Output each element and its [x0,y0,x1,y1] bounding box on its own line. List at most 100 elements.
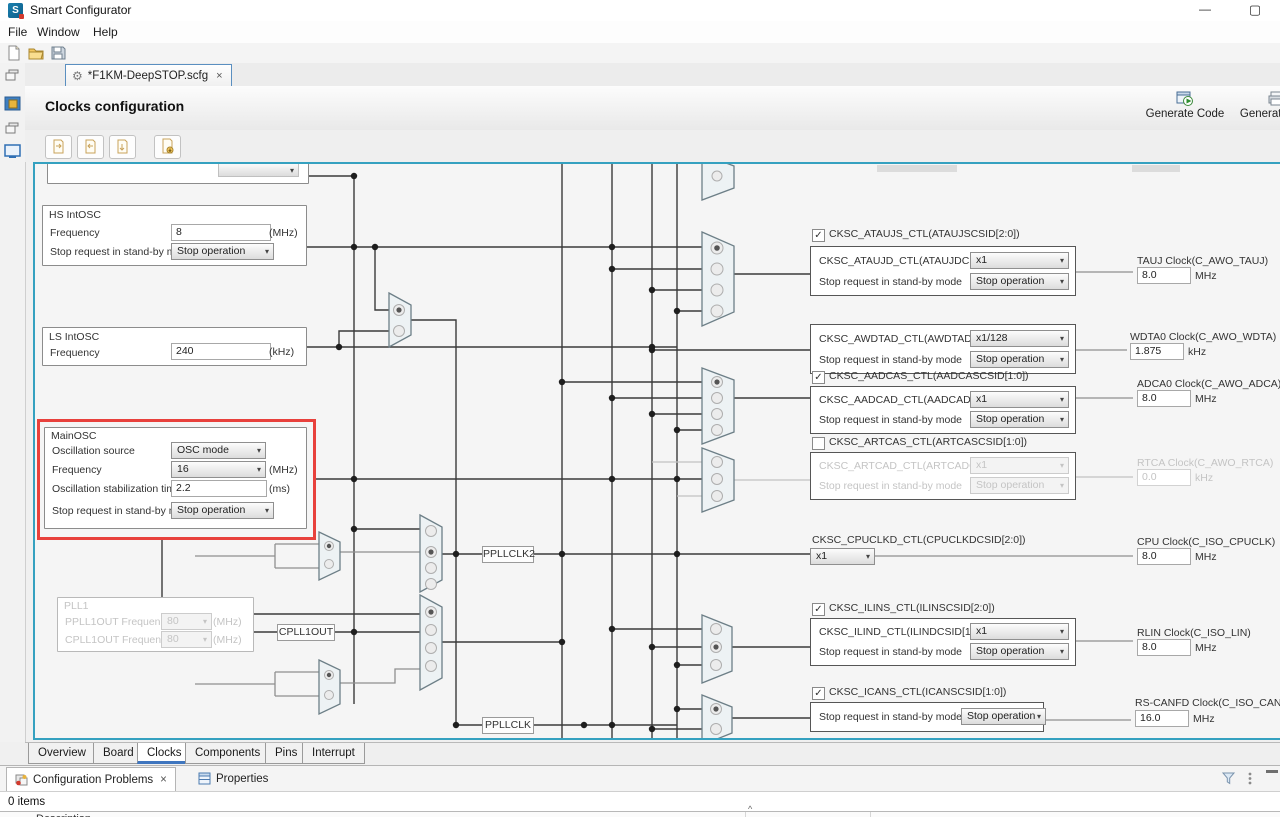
description-column-header[interactable]: Description [36,813,91,817]
lin-standby-dropdown[interactable]: Stop operation▾ [970,643,1069,660]
expand-all-icon [110,136,135,158]
generate-code-icon [1176,90,1194,106]
adca-source-checkbox[interactable]: ✓ [812,371,825,384]
restore-view-icon-2[interactable] [4,121,21,136]
rtca-source-header: CKSC_ARTCAS_CTL(ARTCASCSID[1:0]) [812,436,1027,450]
restore-view-icon[interactable] [4,68,21,83]
lin-standby-label: Stop request in stand-by mode [819,646,962,658]
title-bar: S Smart Configurator — ▢ [0,0,1280,21]
lin-source-header: ✓ CKSC_ILINS_CTL(ILINSCSID[2:0]) [812,602,995,616]
ls-frequency-label: Frequency [50,347,100,359]
tab-properties[interactable]: Properties [190,767,276,790]
canvas-tool-button-4[interactable] [154,135,181,159]
problems-tab-strip: Configuration Problems × Properties [0,766,1280,792]
tauj-source-checkbox[interactable]: ✓ [812,229,825,242]
rs-canfd-clock-label: RS-CANFD Clock(C_ISO_CAN) [1135,697,1280,709]
tab-interrupt[interactable]: Interrupt [302,743,365,764]
menu-bar: File Window Help [0,21,1280,44]
hs-frequency-input[interactable]: 8 [171,224,271,241]
partial-scrolled-element [877,165,957,172]
rtca-clock-unit: kHz [1195,472,1213,484]
mainosc-stab-input[interactable]: 2.2 [171,480,267,497]
canvas-tool-button-2[interactable] [77,135,104,159]
adca-standby-label: Stop request in stand-by mode [819,414,962,426]
mainosc-standby-dropdown[interactable]: Stop operation▾ [171,502,274,519]
maximize-button[interactable]: ▢ [1238,0,1272,21]
ppll1out-unit: (MHz) [213,616,242,628]
net-label-cpll1out: CPLL1OUT [277,624,335,641]
open-file-button[interactable] [27,44,47,62]
mainosc-source-label: Oscillation source [52,445,135,457]
partial-top-box: ▾ [47,162,309,184]
wdta-standby-dropdown[interactable]: Stop operation▾ [970,351,1069,368]
can-standby-dropdown[interactable]: Stop operation▾ [961,708,1046,725]
lin-divider-dropdown[interactable]: x1▾ [970,623,1069,640]
cpu-clock-unit: MHz [1195,551,1217,563]
cpll1out-label: CPLL1OUT Frequency [65,634,172,646]
problems-tab-close-icon[interactable]: × [160,774,167,786]
canvas-tool-button-1[interactable] [45,135,72,159]
canvas-toolbar [25,130,1280,162]
rtca-standby-label: Stop request in stand-by mode [819,480,962,492]
properties-icon [198,772,211,785]
main-toolbar [0,43,1280,64]
minimize-button[interactable]: — [1188,0,1222,21]
rtca-clock-label: RTCA Clock(C_AWO_RTCA) [1137,457,1273,469]
partial-top-dropdown[interactable]: ▾ [218,162,299,177]
partial-scrolled-element-2 [1132,165,1180,172]
tauj-clock-unit: MHz [1195,270,1217,282]
problems-table-header: Description [0,811,1280,817]
wdta-standby-label: Stop request in stand-by mode [819,354,962,366]
configuration-header: Clocks configuration Generate Code Gener… [25,86,1280,131]
can-source-checkbox[interactable]: ✓ [812,687,825,700]
view-menu-icon[interactable] [1246,771,1254,786]
can-divider-box: Stop request in stand-by mode Stop opera… [810,702,1044,732]
pll1-title: PLL1 [64,600,89,612]
generate-report-button[interactable]: Generate Rep [1231,90,1280,120]
menu-help[interactable]: Help [89,24,122,40]
hs-standby-dropdown[interactable]: Stop operation▾ [171,243,274,260]
save-button[interactable] [49,44,69,62]
generate-code-button[interactable]: Generate Code [1142,90,1228,120]
editor-tab-f1km[interactable]: ⚙ *F1KM-DeepSTOP.scfg × [65,64,232,86]
mainosc-box: MainOSC Oscillation source OSC mode▾ Fre… [44,427,307,529]
problems-count: 0 items [8,796,45,808]
mcu-package-view-icon[interactable] [4,95,21,110]
scfg-gear-icon: ⚙ [72,69,83,83]
minimize-panel-icon[interactable] [1266,770,1278,773]
menu-window[interactable]: Window [33,24,84,40]
tauj-standby-dropdown[interactable]: Stop operation▾ [970,273,1069,290]
mainosc-frequency-dropdown[interactable]: 16▾ [171,461,266,478]
mux-small-c [319,660,340,714]
clock-diagram-canvas[interactable]: ▾ HS IntOSC Frequency 8 (MHz) Stop reque… [33,162,1280,740]
tab-configuration-problems[interactable]: Configuration Problems × [6,767,176,791]
tab-overview[interactable]: Overview [28,743,96,764]
lin-divider-label: CKSC_ILIND_CTL(ILINDCSID[1:0]) [819,626,986,638]
ppll1out-label: PPLL1OUT Frequency [65,616,171,628]
dropdown-arrow-icon: ▾ [265,244,269,260]
adca-standby-dropdown[interactable]: Stop operation▾ [970,411,1069,428]
tab-components[interactable]: Components [185,743,270,764]
rtca-source-checkbox[interactable] [812,437,825,450]
adca-clock-label: ADCA0 Clock(C_AWO_ADCA) [1137,378,1280,390]
lin-source-checkbox[interactable]: ✓ [812,603,825,616]
tauj-divider-box: CKSC_ATAUJD_CTL(ATAUJDCSID[2:0]) x1▾ Sto… [810,246,1076,296]
filter-icon[interactable] [1221,771,1236,786]
mainosc-source-dropdown[interactable]: OSC mode▾ [171,442,266,459]
menu-file[interactable]: File [4,24,31,40]
hs-intosc-title: HS IntOSC [49,209,101,221]
tauj-divider-dropdown[interactable]: x1▾ [970,252,1069,269]
cpuclk-divider-dropdown[interactable]: x1▾ [810,548,875,565]
cpuclk-header: CKSC_CPUCLKD_CTL(CPUCLKDCSID[2:0]) [812,534,1026,546]
canvas-tool-button-3[interactable] [109,135,136,159]
console-view-icon[interactable] [4,143,21,158]
ls-frequency-input[interactable]: 240 [171,343,271,360]
new-file-button[interactable] [5,44,25,62]
wdta-divider-dropdown[interactable]: x1/128▾ [970,330,1069,347]
tab-close-icon[interactable]: × [216,70,222,82]
can-standby-label: Stop request in stand-by mode [819,711,962,723]
collapse-all-icon [78,136,103,158]
pll1-box: PLL1 PPLL1OUT Frequency 80▾ (MHz) CPLL1O… [57,597,254,652]
tab-clocks[interactable]: Clocks [137,743,192,764]
adca-divider-dropdown[interactable]: x1▾ [970,391,1069,408]
